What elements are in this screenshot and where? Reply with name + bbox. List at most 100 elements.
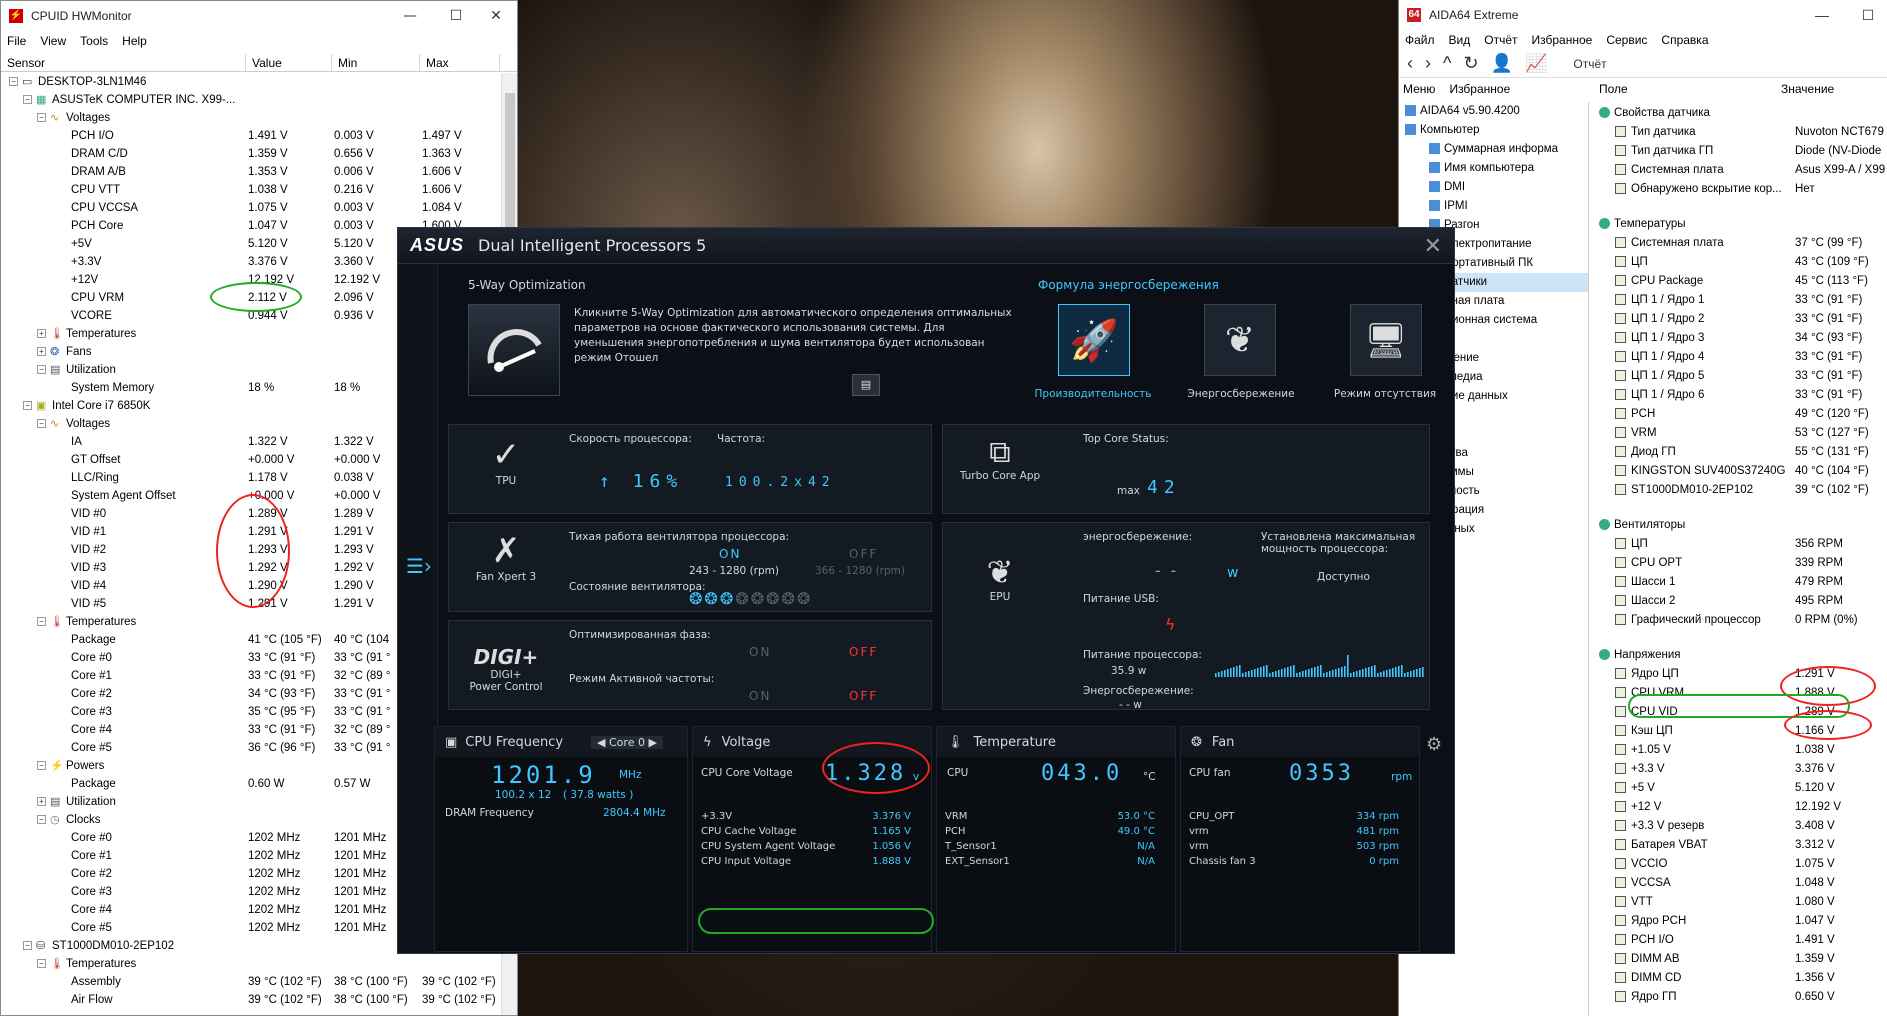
sensor-item[interactable]: ЦП 1 / Ядро 3 34 °C (93 °F) bbox=[1595, 329, 1887, 348]
sensor-item[interactable]: Тип датчика ГП Diode (NV-Diode bbox=[1595, 142, 1887, 161]
collapse-icon[interactable]: − bbox=[23, 941, 32, 951]
dip5-titlebar[interactable]: ASUS Dual Intelligent Processors 5 bbox=[398, 228, 1454, 264]
sensor-row[interactable]: CPU VTT 1.038 V 0.216 V 1.606 V bbox=[1, 181, 501, 199]
sensor-row[interactable]: − ▦ ASUSTeK COMPUTER INC. X99-... bbox=[1, 91, 501, 109]
sensor-item[interactable]: ЦП 356 RPM bbox=[1595, 535, 1887, 554]
sensor-item[interactable]: +5 V 5.120 V bbox=[1595, 779, 1887, 798]
sensor-item[interactable]: ЦП 1 / Ядро 4 33 °C (91 °F) bbox=[1595, 348, 1887, 367]
collapse-icon[interactable]: − bbox=[37, 113, 46, 123]
expand-icon[interactable]: + bbox=[37, 797, 46, 807]
collapse-icon[interactable]: − bbox=[37, 365, 46, 375]
sensor-item[interactable]: Обнаружено вскрытие кор... Нет bbox=[1595, 180, 1887, 199]
menu-tools[interactable]: Tools bbox=[80, 34, 108, 48]
sensor-row[interactable]: CPU VCCSA 1.075 V 0.003 V 1.084 V bbox=[1, 199, 501, 217]
section-header[interactable]: Свойства датчика bbox=[1595, 104, 1887, 123]
turbo-button[interactable]: ⧉ Turbo Core App bbox=[943, 425, 1057, 513]
sensor-item[interactable]: ЦП 1 / Ядро 2 33 °C (91 °F) bbox=[1595, 310, 1887, 329]
mode-away[interactable]: Режим отсутствия bbox=[1310, 388, 1454, 400]
fiveway-button[interactable] bbox=[468, 304, 560, 396]
collapse-icon[interactable]: − bbox=[9, 77, 18, 87]
sensor-item[interactable]: ЦП 1 / Ядро 6 33 °C (91 °F) bbox=[1595, 386, 1887, 405]
sensor-item[interactable]: Тип датчика Nuvoton NCT679 bbox=[1595, 123, 1887, 142]
sensor-item[interactable]: ЦП 1 / Ядро 1 33 °C (91 °F) bbox=[1595, 291, 1887, 310]
sensor-row[interactable]: PCH I/O 1.491 V 0.003 V 1.497 V bbox=[1, 127, 501, 145]
menu-expand-icon[interactable]: ☰› bbox=[406, 554, 432, 578]
sensor-item[interactable]: VRM 53 °C (127 °F) bbox=[1595, 424, 1887, 443]
epu-button[interactable]: ❦ EPU bbox=[943, 523, 1057, 711]
menu-help[interactable]: Help bbox=[122, 34, 147, 48]
aida-menu-help[interactable]: Справка bbox=[1661, 33, 1708, 47]
nav-item[interactable]: Компьютер bbox=[1399, 121, 1588, 140]
sensor-item[interactable]: VTT 1.080 V bbox=[1595, 893, 1887, 912]
sensor-row[interactable]: − ∿ Voltages bbox=[1, 109, 501, 127]
user-icon[interactable]: 👤 bbox=[1491, 53, 1513, 74]
section-header[interactable]: Вентиляторы bbox=[1595, 516, 1887, 535]
nav-item[interactable]: IPMI bbox=[1399, 197, 1588, 216]
forward-icon[interactable]: › bbox=[1425, 53, 1431, 74]
report-button[interactable]: Отчёт bbox=[1573, 57, 1606, 71]
nav-item[interactable]: Суммарная информа bbox=[1399, 140, 1588, 159]
sensor-item[interactable]: ЦП 1 / Ядро 5 33 °C (91 °F) bbox=[1595, 367, 1887, 386]
sensor-row[interactable]: DRAM A/B 1.353 V 0.006 V 1.606 V bbox=[1, 163, 501, 181]
col-min[interactable]: Min bbox=[332, 54, 420, 71]
collapse-icon[interactable]: − bbox=[37, 419, 46, 429]
section-header[interactable]: Напряжения bbox=[1595, 646, 1887, 665]
sensor-item[interactable]: VCCSA 1.048 V bbox=[1595, 874, 1887, 893]
col-value[interactable]: Значение bbox=[1781, 82, 1834, 96]
sensor-row[interactable]: DRAM C/D 1.359 V 0.656 V 1.363 V bbox=[1, 145, 501, 163]
up-icon[interactable]: ^ bbox=[1443, 53, 1451, 74]
collapse-icon[interactable]: − bbox=[23, 401, 32, 411]
sensor-item[interactable]: Ядро PCH 1.047 V bbox=[1595, 912, 1887, 931]
aida-menu-report[interactable]: Отчёт bbox=[1484, 33, 1517, 47]
minimize-button[interactable]: — bbox=[387, 1, 433, 31]
sensor-item[interactable]: CPU OPT 339 RPM bbox=[1595, 554, 1887, 573]
sensor-item[interactable]: +1.05 V 1.038 V bbox=[1595, 741, 1887, 760]
digi-button[interactable]: DIGI+ DIGI+ Power Control bbox=[449, 621, 563, 709]
sensor-item[interactable]: ЦП 43 °C (109 °F) bbox=[1595, 253, 1887, 272]
aida-menu-service[interactable]: Сервис bbox=[1606, 33, 1647, 47]
fanxpert-button[interactable]: ✗ Fan Xpert 3 bbox=[449, 523, 563, 611]
active-off-toggle[interactable]: OFF bbox=[849, 689, 878, 703]
sensor-row[interactable]: − 🌡 Temperatures bbox=[1, 955, 501, 973]
sensor-item[interactable]: +3.3 V резерв 3.408 V bbox=[1595, 817, 1887, 836]
leaf-icon[interactable]: ❦ bbox=[1204, 304, 1276, 376]
expand-icon[interactable]: + bbox=[37, 329, 46, 339]
aida-menu-file[interactable]: Файл bbox=[1405, 33, 1435, 47]
active-on-toggle[interactable]: ON bbox=[749, 689, 771, 703]
sensor-item[interactable]: VCCIO 1.075 V bbox=[1595, 855, 1887, 874]
sensor-item[interactable]: Диод ГП 55 °C (131 °F) bbox=[1595, 443, 1887, 462]
sensor-item[interactable]: KINGSTON SUV400S37240G 40 °C (104 °F) bbox=[1595, 462, 1887, 481]
back-icon[interactable]: ‹ bbox=[1407, 53, 1413, 74]
sensor-item[interactable]: DIMM CD 1.356 V bbox=[1595, 969, 1887, 988]
sensor-item[interactable]: Графический процессор 0 RPM (0%) bbox=[1595, 611, 1887, 630]
rocket-icon[interactable]: 🚀 bbox=[1058, 304, 1130, 376]
col-max[interactable]: Max bbox=[420, 54, 500, 71]
sensor-row[interactable]: − ▭ DESKTOP-3LN1M46 bbox=[1, 73, 501, 91]
document-icon[interactable]: ▤ bbox=[852, 374, 880, 396]
aida-menu-view[interactable]: Вид bbox=[1449, 33, 1471, 47]
sensor-item[interactable]: Батарея VBAT 3.312 V bbox=[1595, 836, 1887, 855]
tab-menu[interactable]: Меню bbox=[1403, 82, 1435, 96]
nav-item[interactable]: AIDA64 v5.90.4200 bbox=[1399, 102, 1588, 121]
collapse-icon[interactable]: − bbox=[37, 959, 46, 969]
sensor-item[interactable]: ST1000DM010-2EP102 39 °C (102 °F) bbox=[1595, 481, 1887, 500]
refresh-icon[interactable]: ↻ bbox=[1463, 53, 1478, 74]
sensor-item[interactable]: PCH I/O 1.491 V bbox=[1595, 931, 1887, 950]
aida-minimize-button[interactable]: — bbox=[1799, 0, 1845, 30]
sensor-item[interactable]: Шасси 1 479 RPM bbox=[1595, 573, 1887, 592]
fan-off-toggle[interactable]: OFF bbox=[849, 547, 878, 561]
sensor-item[interactable]: PCH 49 °C (120 °F) bbox=[1595, 405, 1887, 424]
sensor-item[interactable]: Ядро ГП 0.650 V bbox=[1595, 988, 1887, 1007]
collapse-icon[interactable]: − bbox=[23, 95, 32, 105]
sensor-item[interactable]: Системная плата Asus X99-A / X99 bbox=[1595, 161, 1887, 180]
fan-on-toggle[interactable]: ON bbox=[719, 547, 741, 561]
collapse-icon[interactable]: − bbox=[37, 761, 46, 771]
aida-menu-favorites[interactable]: Избранное bbox=[1532, 33, 1593, 47]
expand-icon[interactable]: + bbox=[37, 347, 46, 357]
dip5-close-button[interactable]: ✕ bbox=[1424, 234, 1442, 259]
settings-gear-icon[interactable]: ⚙ bbox=[1426, 734, 1442, 755]
col-sensor[interactable]: Sensor bbox=[1, 54, 246, 71]
section-header[interactable]: Температуры bbox=[1595, 215, 1887, 234]
mode-energy[interactable]: Энергосбережение bbox=[1166, 388, 1316, 400]
sensor-item[interactable]: DIMM AB 1.359 V bbox=[1595, 950, 1887, 969]
